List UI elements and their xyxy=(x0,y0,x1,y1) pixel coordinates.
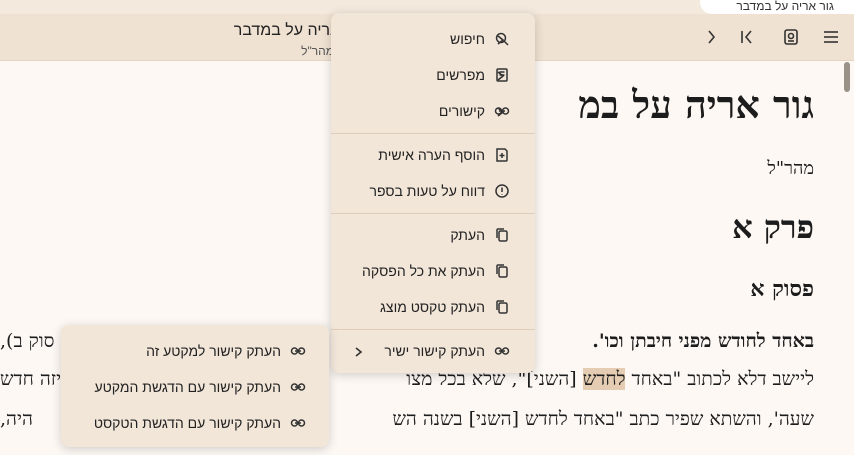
chevron-left-icon xyxy=(495,33,507,45)
text-line-2-start: ליישב דלא לכתוב "באחד xyxy=(625,368,814,390)
book-heading: גור אריה על במ xyxy=(578,82,814,127)
browser-tab[interactable]: גור אריה על במדבר xyxy=(700,0,854,14)
menu-item-add-note[interactable]: הוסף הערה אישית xyxy=(331,137,535,173)
menu-item-label: דווח על טעות בספר xyxy=(369,183,485,199)
context-menu: חיפוש מפרשים קישורים הוסף הערה אישית דוו… xyxy=(331,13,535,373)
author-line: מהר"ל xyxy=(767,158,814,179)
menu-divider xyxy=(331,133,535,134)
menu-item-label: חיפוש xyxy=(450,31,485,47)
menu-divider xyxy=(331,329,535,330)
menu-item-commentaries[interactable]: מפרשים xyxy=(331,57,535,93)
text-line-3-fragment: היה, xyxy=(0,408,33,430)
submenu-item-copy-link-highlight-text[interactable]: העתק קישור עם הדגשת הטקסט xyxy=(61,405,329,441)
copy-icon xyxy=(493,226,511,244)
submenu-item-copy-link-highlight-section[interactable]: העתק קישור עם הדגשת המקטע xyxy=(61,369,329,405)
copy-paragraph-icon xyxy=(493,262,511,280)
link-icon xyxy=(493,342,511,360)
alert-circle-icon xyxy=(493,182,511,200)
copy-text-icon xyxy=(493,298,511,316)
menu-item-report-error[interactable]: דווח על טעות בספר xyxy=(331,173,535,209)
menu-item-label: העתק xyxy=(450,227,485,243)
book-toc-icon[interactable] xyxy=(780,26,802,48)
direct-link-submenu: העתק קישור למקטע זה העתק קישור עם הדגשת … xyxy=(61,325,329,447)
link-icon xyxy=(289,414,307,432)
link-icon xyxy=(289,378,307,396)
menu-item-label: העתק את כל הפסקה xyxy=(361,263,485,279)
submenu-item-label: העתק קישור עם הדגשת הטקסט xyxy=(93,415,281,431)
menu-item-label: קישורים xyxy=(438,103,485,119)
menu-item-copy-paragraph[interactable]: העתק את כל הפסקה xyxy=(331,253,535,289)
book-author: מהר"ל xyxy=(301,44,334,58)
chevron-left-icon xyxy=(353,345,365,357)
add-note-icon xyxy=(493,146,511,164)
text-line-3: שעה', והשתא שפיר כתב "באחד לחדש [השני] ב… xyxy=(392,408,814,430)
text-line-1: באחד לחודש מפני חיבתן וכו'. xyxy=(592,330,814,352)
menu-item-label: העתק קישור ישיר xyxy=(384,343,485,359)
menu-item-links[interactable]: קישורים xyxy=(331,93,535,129)
text-line-2-fragment: ויזה חדש xyxy=(0,368,66,390)
highlighted-word[interactable]: לחדש xyxy=(582,368,626,390)
menu-item-search[interactable]: חיפוש xyxy=(331,21,535,57)
hamburger-menu-icon[interactable] xyxy=(820,26,842,48)
chapter-heading: פרק א xyxy=(732,208,814,246)
submenu-item-copy-link-section[interactable]: העתק קישור למקטע זה xyxy=(61,333,329,369)
chevron-left-icon xyxy=(495,69,507,81)
link-icon xyxy=(289,342,307,360)
menu-item-copy-text[interactable]: העתק טקסט מוצג xyxy=(331,289,535,325)
skip-to-end-icon[interactable] xyxy=(736,26,758,48)
menu-divider xyxy=(331,213,535,214)
menu-item-label: הוסף הערה אישית xyxy=(378,147,485,163)
text-line-1-fragment: סוק ב), xyxy=(0,330,55,352)
submenu-item-label: העתק קישור למקטע זה xyxy=(146,343,281,359)
verse-heading: פסוק א xyxy=(750,276,814,302)
tab-title: גור אריה על במדבר xyxy=(736,0,834,13)
menu-item-label: העתק טקסט מוצג xyxy=(380,299,485,315)
menu-item-copy[interactable]: העתק xyxy=(331,217,535,253)
menu-item-label: מפרשים xyxy=(436,67,485,83)
menu-item-copy-direct-link[interactable]: העתק קישור ישיר xyxy=(331,333,535,369)
submenu-item-label: העתק קישור עם הדגשת המקטע xyxy=(94,379,281,395)
chevron-left-icon xyxy=(495,105,507,117)
chevron-right-icon[interactable] xyxy=(700,26,722,48)
